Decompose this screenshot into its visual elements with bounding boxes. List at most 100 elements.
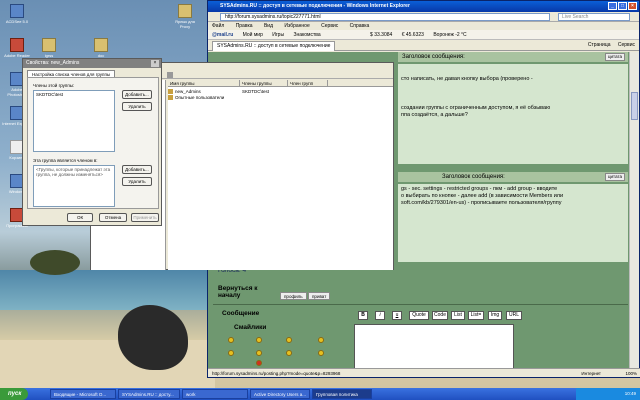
search-input[interactable]: Live Search xyxy=(558,13,630,21)
clock[interactable]: 10:49 xyxy=(625,391,636,396)
ok-button[interactable]: ОК xyxy=(67,213,93,222)
window-title: SYSAdmins.RU :: доступ в сетевые подключ… xyxy=(220,3,410,9)
browser-titlebar: SYSAdmins.RU :: доступ в сетевые подключ… xyxy=(208,1,639,12)
underline-button[interactable]: u xyxy=(392,311,402,320)
smiley-icon[interactable] xyxy=(318,337,324,343)
smiley-icon[interactable] xyxy=(286,350,292,356)
smiley-icon[interactable] xyxy=(256,360,262,366)
dialog-title: Свойства: new_Admins xyxy=(26,60,80,66)
folder-icon xyxy=(94,38,108,52)
table-row[interactable]: Опытные пользователи xyxy=(168,95,393,101)
group-icon xyxy=(168,89,173,95)
eur-rate: € 45.6323 xyxy=(401,32,424,38)
close-button[interactable]: × xyxy=(151,60,159,67)
back-to-top-link[interactable]: Вернуться к началу xyxy=(218,285,268,299)
apply-button[interactable]: Применить xyxy=(131,213,159,222)
menu-edit[interactable]: Правка xyxy=(236,23,253,29)
smiley-icon[interactable] xyxy=(286,337,292,343)
mailru-logo[interactable]: @mail.ru xyxy=(212,32,233,38)
menu-bar: Файл Правка Вид Избранное Сервис Справка xyxy=(208,22,639,30)
minimize-button[interactable]: _ xyxy=(608,2,617,10)
mmc-details-pane: Имя группы Члены группы Член групп new_A… xyxy=(168,80,393,270)
list-tag-button[interactable]: List xyxy=(451,311,465,320)
taskbar-button[interactable]: Active Directory Users a... xyxy=(250,389,310,399)
cancel-button[interactable]: Отмена xyxy=(99,213,127,222)
group-properties-dialog: Свойства: new_Admins × Настройка списка … xyxy=(22,58,162,226)
quote-button[interactable]: цитата xyxy=(604,173,625,181)
maximize-button[interactable]: □ xyxy=(618,2,627,10)
toolbar-link[interactable]: Знакомства xyxy=(293,32,320,38)
page-menu[interactable]: Страница xyxy=(588,42,611,48)
smiley-icon[interactable] xyxy=(256,337,262,343)
post-line: сто написать, не давая кнопку выбора (пр… xyxy=(401,76,533,82)
menu-favorites[interactable]: Избранное xyxy=(284,23,309,29)
tools-menu[interactable]: Сервис xyxy=(618,42,635,48)
quote-tag-button[interactable]: Quote xyxy=(409,311,429,320)
smiley-icon[interactable] xyxy=(256,350,262,356)
smiley-icon[interactable] xyxy=(318,350,324,356)
system-tray: 10:49 xyxy=(576,388,640,400)
status-url: http://forum.sysadmins.ru/posting.php?mo… xyxy=(212,371,341,376)
ordered-list-button[interactable]: List= xyxy=(468,311,484,320)
taskbar-button[interactable]: work xyxy=(182,389,248,399)
memberof-list[interactable]: <Группы, которые принадлежат эта группа,… xyxy=(33,165,115,207)
taskbar-button[interactable]: Входящие - Microsoft O... xyxy=(50,389,116,399)
toolbar-link[interactable]: Игры xyxy=(272,32,284,38)
column-header-members[interactable]: Члены группы xyxy=(240,80,288,87)
menu-help[interactable]: Справка xyxy=(350,23,370,29)
mailru-toolbar: @mail.ru Мой мир Игры Знакомства $ 33.30… xyxy=(208,30,639,40)
smiley-icon[interactable] xyxy=(228,337,234,343)
address-row: http://forum.sysadmins.ru/topic227771.ht… xyxy=(208,12,639,22)
add-memberof-button[interactable]: Добавить... xyxy=(122,165,152,174)
italic-button[interactable]: i xyxy=(375,311,385,320)
message-label: Сообщение xyxy=(222,310,260,317)
members-list[interactable]: SKDTDC\test xyxy=(33,90,115,152)
taskbar-button[interactable]: SYSAdmins.RU :: досту... xyxy=(118,389,180,399)
column-header-memberof[interactable]: Член групп xyxy=(288,80,328,87)
post-subject-label: Заголовок сообщения: xyxy=(402,54,465,60)
dialog-panel: Члены этой группы: SKDTDC\test Добавить.… xyxy=(27,77,159,209)
list-item[interactable]: SKDTDC\test xyxy=(36,92,112,97)
url-tag-button[interactable]: URL xyxy=(506,311,522,320)
bold-button[interactable]: B xyxy=(358,311,368,320)
rock xyxy=(118,305,188,370)
close-button[interactable]: × xyxy=(628,2,637,10)
message-textarea[interactable] xyxy=(354,324,514,370)
taskbar-button[interactable]: Групповая политика xyxy=(312,389,372,399)
pm-button[interactable]: приват xyxy=(308,292,331,300)
security-zone: Интернет xyxy=(581,371,601,376)
menu-tools[interactable]: Сервис xyxy=(321,23,338,29)
back-icon[interactable] xyxy=(167,72,173,78)
address-bar[interactable]: http://forum.sysadmins.ru/topic227771.ht… xyxy=(220,13,550,21)
column-header-group[interactable]: Имя группы xyxy=(168,80,240,87)
remove-memberof-button[interactable]: Удалить xyxy=(122,177,152,186)
palm-tree xyxy=(30,250,80,275)
scrollbar-thumb[interactable] xyxy=(631,92,638,120)
smileys-label: Смайлики xyxy=(234,324,267,331)
smiley-icon[interactable] xyxy=(228,350,234,356)
menu-view[interactable]: Вид xyxy=(264,23,273,29)
start-button[interactable]: пуск xyxy=(0,388,28,400)
quote-button[interactable]: цитата xyxy=(604,53,625,61)
tab-row: SYSAdmins.RU :: доступ в сетевые подключ… xyxy=(208,40,639,51)
post-line: создании группы с ограниченным доступом,… xyxy=(401,105,551,111)
desktop-icon[interactable]: Ярлык для Proxy xyxy=(170,4,200,34)
browser-tab[interactable]: SYSAdmins.RU :: доступ в сетевые подключ… xyxy=(212,41,336,51)
taskbar: пуск Входящие - Microsoft O... SYSAdmins… xyxy=(0,388,640,400)
post-subject-label: Заголовок сообщения: xyxy=(442,174,505,180)
menu-file[interactable]: Файл xyxy=(212,23,224,29)
remove-member-button[interactable]: Удалить xyxy=(122,102,152,111)
command-bar: Страница Сервис xyxy=(588,40,635,51)
weather: Воронеж -2 °C xyxy=(433,32,467,38)
zoom-level[interactable]: 100% xyxy=(625,369,637,378)
add-member-button[interactable]: Добавить... xyxy=(122,90,152,99)
group-icon xyxy=(168,95,173,101)
post-header: Заголовок сообщения: цитата xyxy=(398,52,628,62)
window-controls: _ □ × xyxy=(607,2,637,10)
profile-button[interactable]: профиль xyxy=(280,292,307,300)
code-tag-button[interactable]: Code xyxy=(432,311,448,320)
desktop-icon[interactable]: ACDSee 5.0 xyxy=(2,4,32,34)
vertical-scrollbar[interactable] xyxy=(629,52,639,370)
toolbar-link[interactable]: Мой мир xyxy=(243,32,263,38)
img-tag-button[interactable]: Img xyxy=(488,311,502,320)
